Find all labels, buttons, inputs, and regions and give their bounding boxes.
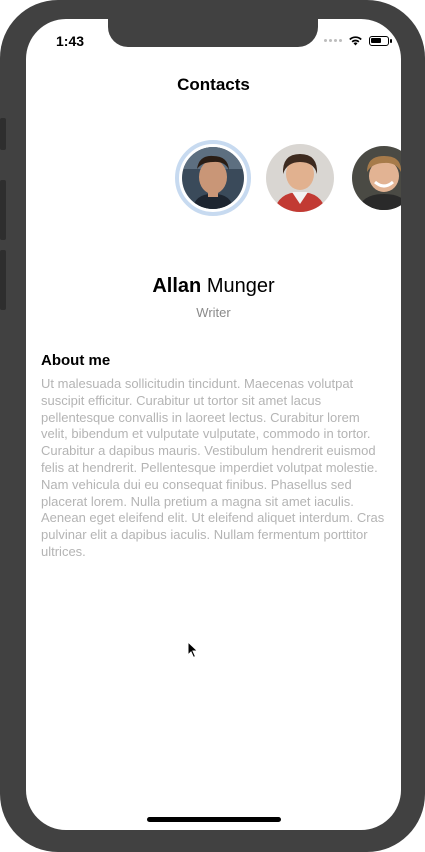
notch xyxy=(108,19,318,47)
status-icons xyxy=(324,35,392,46)
wifi-icon xyxy=(349,36,362,46)
contact-avatar-2[interactable] xyxy=(266,144,334,212)
about-text: Ut malesuada sollicitudin tincidunt. Mae… xyxy=(41,376,385,559)
screen: 1:43 Contacts Allan Munger Writer About … xyxy=(26,19,401,830)
avatar-contact-3-icon xyxy=(352,146,401,210)
volume-up-button xyxy=(0,180,6,240)
page-title: Contacts xyxy=(177,75,250,94)
battery-icon xyxy=(369,35,392,46)
last-name: Munger xyxy=(206,275,275,297)
signal-icon xyxy=(324,39,342,42)
contact-role: Writer xyxy=(196,305,231,320)
mouse-cursor-icon xyxy=(187,641,199,659)
home-indicator[interactable] xyxy=(147,817,281,822)
volume-down-button xyxy=(0,250,6,310)
status-time: 1:43 xyxy=(56,33,85,49)
first-name: Allan xyxy=(152,275,202,297)
mute-switch xyxy=(0,118,6,150)
contact-avatar-selected[interactable] xyxy=(175,140,251,216)
device-frame: 1:43 Contacts Allan Munger Writer About … xyxy=(0,0,425,852)
avatar-allan-icon xyxy=(182,147,244,209)
avatar-contact-2-icon xyxy=(266,144,334,212)
about-heading: About me xyxy=(41,352,111,369)
contact-avatar-3[interactable] xyxy=(352,146,401,210)
contact-name: Allan Munger xyxy=(26,275,401,298)
